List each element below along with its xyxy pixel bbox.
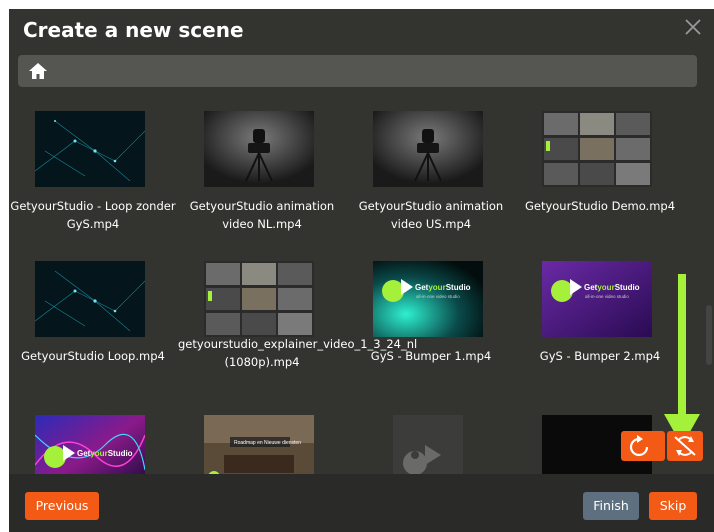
media-tile[interactable]: getyourstudio_explainer_video_1_3_24_nl … bbox=[178, 255, 418, 405]
previous-button[interactable]: Previous bbox=[25, 492, 99, 520]
skip-button[interactable]: Skip bbox=[649, 492, 697, 520]
create-scene-dialog: Create a new scene GetyourStudio - Loop … bbox=[9, 9, 714, 532]
media-caption: GyS - Bumper 2.mp4 bbox=[539, 349, 661, 363]
close-icon[interactable] bbox=[682, 15, 704, 39]
media-caption: GetyourStudio Loop.mp4 bbox=[21, 349, 165, 363]
media-caption: GetyourStudio animation video NL.mp4 bbox=[189, 199, 335, 231]
thumb-brand: GetyourStudio bbox=[415, 283, 471, 292]
media-tile[interactable]: GetyourStudio all-in-one video studio Gy… bbox=[516, 255, 684, 405]
media-caption: GetyourStudio Demo.mp4 bbox=[524, 199, 676, 213]
media-tile[interactable]: GetyourStudio all-in-one video studio Gy… bbox=[347, 255, 515, 405]
video-thumbnail bbox=[35, 111, 145, 187]
media-caption: GetyourStudio animation video US.mp4 bbox=[358, 199, 504, 231]
media-tile[interactable]: GetyourStudio - Loop zonder GyS.mp4 bbox=[9, 105, 177, 255]
thumb-tagline: all-in-one video studio bbox=[585, 294, 629, 299]
scrollbar[interactable] bbox=[706, 95, 712, 475]
dialog-header: Create a new scene bbox=[9, 9, 714, 51]
media-tile[interactable]: GetyourStudio animation video US.mp4 bbox=[347, 105, 515, 255]
home-icon[interactable] bbox=[28, 61, 48, 81]
video-thumbnail bbox=[204, 111, 314, 187]
dialog-footer: Previous Finish Skip bbox=[9, 474, 714, 532]
dialog-title: Create a new scene bbox=[23, 18, 244, 42]
video-thumbnail bbox=[542, 111, 652, 187]
scrollbar-thumb[interactable] bbox=[706, 305, 712, 365]
video-thumbnail: GetyourStudio all-in-one video studio bbox=[373, 261, 483, 337]
thumb-roadmap: Roadmap en Nieuwe diensten bbox=[234, 440, 301, 446]
sync-disabled-button[interactable] bbox=[667, 431, 703, 461]
media-caption: GyS - Bumper 1.mp4 bbox=[370, 349, 492, 363]
sync-icon bbox=[629, 435, 649, 457]
media-caption: GetyourStudio - Loop zonder GyS.mp4 bbox=[10, 199, 176, 231]
thumb-brand: GetyourStudio bbox=[584, 283, 640, 292]
thumb-tagline: all-in-one video studio bbox=[416, 294, 460, 299]
arrow-down-icon bbox=[664, 274, 700, 446]
thumb-brand: GetyourStudio bbox=[77, 449, 133, 458]
video-thumbnail bbox=[373, 111, 483, 187]
media-grid: GetyourStudio - Loop zonder GyS.mp4 Gety… bbox=[9, 105, 714, 485]
finish-button[interactable]: Finish bbox=[583, 492, 639, 520]
media-tile[interactable]: GetyourStudio Loop.mp4 bbox=[9, 255, 177, 405]
video-thumbnail bbox=[35, 261, 145, 337]
sync-button[interactable] bbox=[621, 431, 665, 461]
video-thumbnail: GetyourStudio all-in-one video studio bbox=[542, 261, 652, 337]
media-tile[interactable]: GetyourStudio animation video NL.mp4 bbox=[178, 105, 346, 255]
video-thumbnail bbox=[204, 261, 314, 337]
breadcrumb bbox=[18, 55, 697, 87]
media-caption: getyourstudio_explainer_video_1_3_24_nl … bbox=[178, 337, 418, 369]
sync-disabled-icon bbox=[674, 436, 696, 456]
media-tile[interactable]: GetyourStudio Demo.mp4 bbox=[516, 105, 684, 255]
